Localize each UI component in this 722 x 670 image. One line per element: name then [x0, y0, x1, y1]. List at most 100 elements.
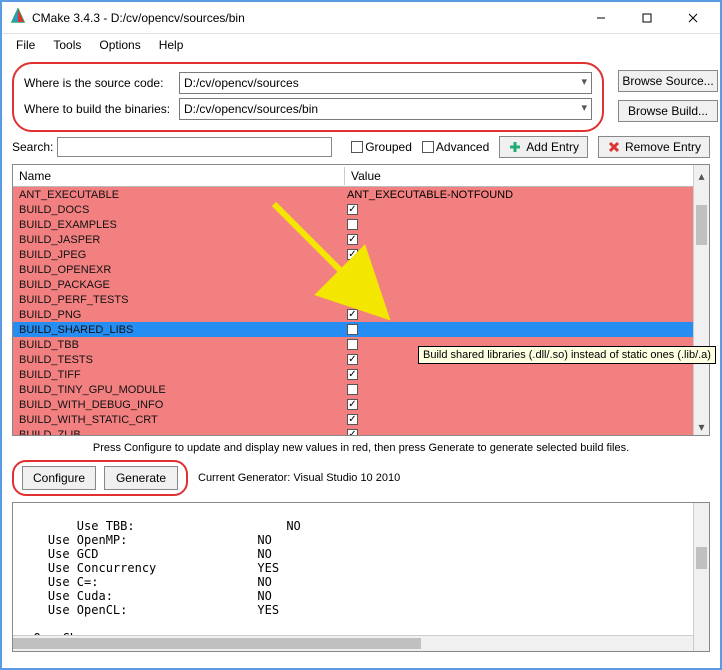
table-row[interactable]: BUILD_WITH_STATIC_CRT✓: [13, 412, 709, 427]
table-row[interactable]: BUILD_PACKAGE✓: [13, 277, 709, 292]
checkbox[interactable]: ✓: [347, 399, 358, 410]
cell-value[interactable]: ✓: [345, 204, 709, 215]
window-title: CMake 3.4.3 - D:/cv/opencv/sources/bin: [32, 11, 578, 25]
cell-name: BUILD_DOCS: [13, 204, 345, 216]
cell-value[interactable]: ✓: [345, 429, 709, 435]
advanced-checkbox[interactable]: Advanced: [422, 140, 489, 154]
browse-build-button[interactable]: Browse Build...: [618, 100, 718, 122]
browse-source-button[interactable]: Browse Source...: [618, 70, 718, 92]
checkbox[interactable]: ✓: [347, 264, 358, 275]
add-entry-button[interactable]: Add Entry: [499, 136, 588, 158]
checkbox[interactable]: ✓: [347, 429, 358, 435]
cell-value[interactable]: ✓: [345, 264, 709, 275]
cell-value[interactable]: [345, 219, 709, 230]
build-label: Where to build the binaries:: [24, 102, 179, 116]
cell-name: BUILD_OPENEXR: [13, 264, 345, 276]
cell-value[interactable]: ✓: [345, 234, 709, 245]
scrollbar-thumb[interactable]: [696, 205, 707, 245]
table-row[interactable]: BUILD_DOCS✓: [13, 202, 709, 217]
minimize-button[interactable]: [578, 4, 624, 32]
checkbox[interactable]: [347, 219, 358, 230]
checkbox[interactable]: ✓: [347, 249, 358, 260]
col-name[interactable]: Name: [13, 167, 345, 185]
cell-value[interactable]: ✓: [345, 249, 709, 260]
col-value[interactable]: Value: [345, 167, 709, 185]
cell-name: BUILD_TBB: [13, 339, 345, 351]
cell-value[interactable]: ✓: [345, 399, 709, 410]
table-row[interactable]: BUILD_SHARED_LIBS: [13, 322, 709, 337]
checkbox[interactable]: ✓: [347, 414, 358, 425]
cell-value[interactable]: [345, 324, 709, 335]
source-path-value: D:/cv/opencv/sources: [184, 76, 299, 90]
table-row[interactable]: BUILD_PNG✓: [13, 307, 709, 322]
cell-value[interactable]: ✓: [345, 279, 709, 290]
checkbox[interactable]: [347, 339, 358, 350]
scroll-up-arrow[interactable]: ▴: [693, 165, 709, 187]
checkbox[interactable]: ✓: [347, 294, 358, 305]
menu-tools[interactable]: Tools: [45, 36, 89, 54]
output-pane[interactable]: Use TBB: NO Use OpenMP: NO Use GCD NO Us…: [12, 502, 710, 652]
output-scrollthumb-v[interactable]: [696, 547, 707, 569]
plus-icon: [508, 140, 522, 154]
table-row[interactable]: BUILD_JPEG✓: [13, 247, 709, 262]
build-path-combo[interactable]: D:/cv/opencv/sources/bin: [179, 98, 592, 120]
maximize-button[interactable]: [624, 4, 670, 32]
paths-area: Where is the source code: D:/cv/opencv/s…: [12, 62, 710, 132]
cell-name: ANT_EXECUTABLE: [13, 189, 345, 201]
add-entry-label: Add Entry: [526, 140, 579, 154]
menu-file[interactable]: File: [8, 36, 43, 54]
grouped-label: Grouped: [365, 140, 412, 154]
cell-name: BUILD_WITH_DEBUG_INFO: [13, 399, 345, 411]
menu-options[interactable]: Options: [91, 36, 148, 54]
checkbox[interactable]: ✓: [347, 204, 358, 215]
search-toolbar: Search: Grouped Advanced Add Entry Remov…: [12, 136, 710, 158]
grouped-checkbox[interactable]: Grouped: [351, 140, 412, 154]
checkbox[interactable]: ✓: [347, 234, 358, 245]
output-scrollthumb-h[interactable]: [13, 638, 421, 649]
cell-value[interactable]: ✓: [345, 309, 709, 320]
table-row[interactable]: BUILD_TINY_GPU_MODULE: [13, 382, 709, 397]
checkbox[interactable]: [347, 384, 358, 395]
cell-value[interactable]: ✓: [345, 414, 709, 425]
cell-name: BUILD_JPEG: [13, 249, 345, 261]
config-row: Configure Generate Current Generator: Vi…: [12, 460, 710, 496]
table-row[interactable]: BUILD_ZLIB✓: [13, 427, 709, 435]
checkbox[interactable]: ✓: [347, 369, 358, 380]
checkbox[interactable]: ✓: [347, 279, 358, 290]
cache-table: Name Value ▴ ANT_EXECUTABLEANT_EXECUTABL…: [12, 164, 710, 436]
checkbox[interactable]: [347, 324, 358, 335]
table-scrollbar[interactable]: ▾: [693, 187, 709, 435]
table-row[interactable]: BUILD_OPENEXR✓: [13, 262, 709, 277]
output-scrollbar-h[interactable]: [13, 635, 693, 651]
scroll-down-arrow[interactable]: ▾: [694, 419, 709, 435]
cell-value[interactable]: [345, 384, 709, 395]
remove-entry-button[interactable]: Remove Entry: [598, 136, 710, 158]
table-row[interactable]: BUILD_WITH_DEBUG_INFO✓: [13, 397, 709, 412]
paths-highlight: Where is the source code: D:/cv/opencv/s…: [12, 62, 604, 132]
table-row[interactable]: BUILD_EXAMPLES: [13, 217, 709, 232]
build-path-value: D:/cv/opencv/sources/bin: [184, 102, 318, 116]
configure-button[interactable]: Configure: [22, 466, 96, 490]
checkbox[interactable]: ✓: [347, 309, 358, 320]
buttons-highlight: Configure Generate: [12, 460, 188, 496]
source-path-combo[interactable]: D:/cv/opencv/sources: [179, 72, 592, 94]
close-button[interactable]: [670, 4, 716, 32]
cell-value[interactable]: ANT_EXECUTABLE-NOTFOUND: [345, 189, 709, 201]
checkbox[interactable]: ✓: [347, 354, 358, 365]
cell-value[interactable]: ✓: [345, 369, 709, 380]
table-row[interactable]: BUILD_PERF_TESTS✓: [13, 292, 709, 307]
table-row[interactable]: BUILD_TIFF✓: [13, 367, 709, 382]
search-input[interactable]: [57, 137, 332, 157]
generate-button[interactable]: Generate: [104, 466, 178, 490]
table-row[interactable]: ANT_EXECUTABLEANT_EXECUTABLE-NOTFOUND: [13, 187, 709, 202]
titlebar: CMake 3.4.3 - D:/cv/opencv/sources/bin: [2, 2, 720, 34]
remove-entry-label: Remove Entry: [625, 140, 701, 154]
menu-help[interactable]: Help: [151, 36, 192, 54]
tooltip: Build shared libraries (.dll/.so) instea…: [418, 346, 716, 364]
cell-name: BUILD_EXAMPLES: [13, 219, 345, 231]
cell-value[interactable]: ✓: [345, 294, 709, 305]
search-label: Search:: [12, 140, 53, 154]
cell-name: BUILD_SHARED_LIBS: [13, 324, 345, 336]
table-row[interactable]: BUILD_JASPER✓: [13, 232, 709, 247]
output-scrollbar-v[interactable]: [693, 503, 709, 651]
